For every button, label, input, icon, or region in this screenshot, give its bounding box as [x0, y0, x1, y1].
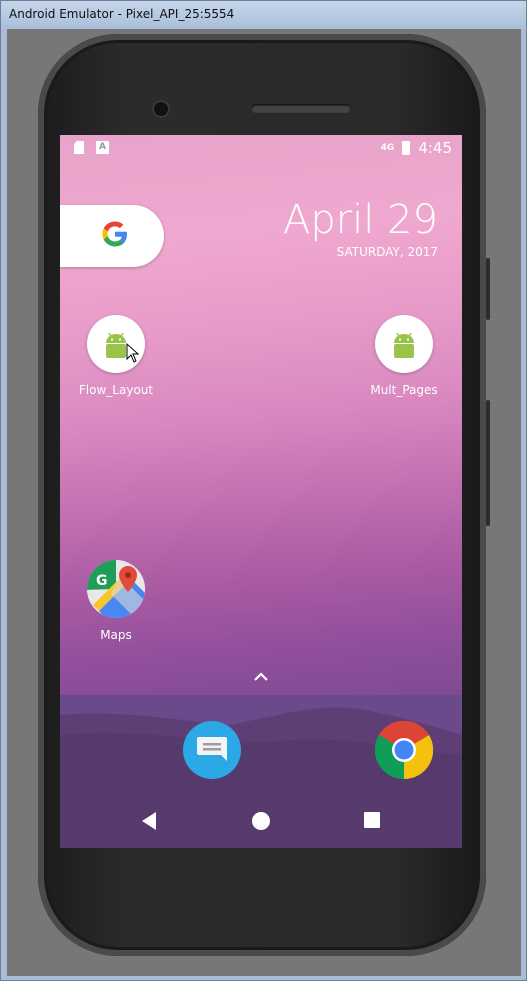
app-flow-layout[interactable]: Flow_Layout [71, 315, 161, 397]
app-label: Mult_Pages [370, 383, 438, 397]
status-time: 4:45 [418, 139, 452, 157]
clock-widget[interactable]: April 29 SATURDAY, 2017 [283, 197, 438, 259]
app-mult-pages[interactable]: Mult_Pages [359, 315, 449, 397]
recents-button[interactable] [364, 812, 380, 828]
home-screen[interactable]: A 4G 4:45 April 29 SATURDAY, 2017 Flow_L… [60, 135, 462, 848]
google-g-icon [102, 221, 127, 247]
app-drawer-chevron-up-icon[interactable] [251, 670, 271, 684]
clock-day: SATURDAY, 2017 [336, 245, 438, 259]
a-notification-icon: A [96, 141, 109, 154]
front-camera [152, 100, 170, 118]
navigation-bar [60, 800, 462, 840]
svg-text:G: G [96, 573, 108, 589]
chrome-icon[interactable] [374, 720, 434, 780]
app-maps[interactable]: G Maps [71, 560, 161, 642]
battery-icon [402, 141, 411, 155]
messages-icon[interactable] [183, 721, 241, 779]
home-button[interactable] [252, 812, 270, 830]
mouse-cursor-icon [126, 343, 140, 363]
sd-card-icon [74, 141, 84, 154]
google-search-widget[interactable] [60, 205, 164, 267]
android-icon [394, 332, 414, 358]
window-title: Android Emulator - Pixel_API_25:5554 [9, 7, 235, 21]
clock-date: April 29 [282, 197, 438, 243]
network-type: 4G [380, 142, 395, 153]
title-bar[interactable]: Android Emulator - Pixel_API_25:5554 [1, 1, 526, 29]
back-button[interactable] [142, 812, 156, 830]
app-label: Flow_Layout [78, 383, 154, 397]
app-icon [375, 315, 433, 373]
earpiece-speaker [251, 104, 351, 113]
volume-button[interactable] [486, 258, 490, 320]
status-bar: A 4G 4:45 [60, 135, 462, 161]
maps-icon: G [87, 560, 145, 618]
app-label: Maps [100, 628, 132, 642]
power-button[interactable] [486, 400, 490, 526]
